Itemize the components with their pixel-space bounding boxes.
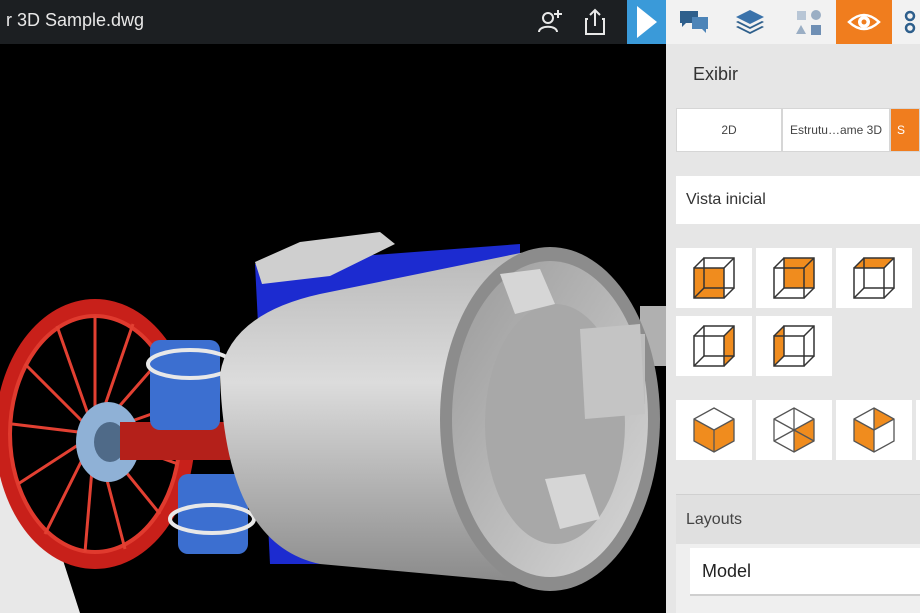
top-bar: r 3D Sample.dwg bbox=[0, 0, 666, 44]
comments-icon bbox=[680, 11, 708, 33]
tab-layers[interactable] bbox=[722, 0, 778, 44]
view-mode-shaded-button[interactable]: S bbox=[890, 108, 920, 152]
view-cube-front-button[interactable] bbox=[676, 248, 752, 308]
tab-comments[interactable] bbox=[666, 0, 722, 44]
cube-front-icon bbox=[693, 257, 735, 299]
home-view-button[interactable]: Vista inicial bbox=[676, 176, 920, 224]
view-cube-back-button[interactable] bbox=[756, 248, 832, 308]
view-panel: Exibir 2D Estrutu…ame 3D S Vista inicial bbox=[666, 0, 920, 613]
iso-cube-icon bbox=[853, 407, 895, 453]
view-mode-2d-button[interactable]: 2D bbox=[676, 108, 782, 152]
cube-back-icon bbox=[773, 257, 815, 299]
tab-objects[interactable] bbox=[780, 0, 836, 44]
iso-cube-icon bbox=[693, 407, 735, 453]
cube-left-icon bbox=[773, 325, 815, 367]
view-iso-4-button[interactable] bbox=[916, 400, 920, 460]
view-iso-1-button[interactable] bbox=[676, 400, 752, 460]
model-viewport[interactable] bbox=[0, 44, 666, 613]
tab-settings[interactable] bbox=[896, 0, 920, 44]
view-iso-3-button[interactable] bbox=[836, 400, 912, 460]
view-iso-2-button[interactable] bbox=[756, 400, 832, 460]
panel-tab-bar bbox=[666, 0, 920, 44]
view-cube-left-button[interactable] bbox=[756, 316, 832, 376]
cube-right-icon bbox=[693, 325, 735, 367]
expand-arrow-icon bbox=[637, 6, 657, 38]
layout-model-item[interactable]: Model bbox=[690, 548, 920, 596]
cube-top-icon bbox=[853, 257, 895, 299]
share-icon[interactable] bbox=[579, 6, 611, 38]
expand-panel-button[interactable] bbox=[627, 0, 666, 44]
add-user-icon[interactable] bbox=[534, 6, 566, 38]
view-cube-top-button[interactable] bbox=[836, 248, 912, 308]
view-cube-right-button[interactable] bbox=[676, 316, 752, 376]
settings-icon bbox=[904, 10, 916, 34]
iso-cube-icon bbox=[773, 407, 815, 453]
layouts-label: Layouts bbox=[676, 494, 920, 544]
view-mode-wireframe-3d-button[interactable]: Estrutu…ame 3D bbox=[782, 108, 890, 152]
tab-view[interactable] bbox=[836, 0, 892, 44]
layers-icon bbox=[736, 10, 764, 34]
panel-heading: Exibir bbox=[693, 64, 739, 84]
engine-3d-model bbox=[0, 232, 666, 613]
view-eye-icon bbox=[847, 13, 881, 31]
document-title: r 3D Sample.dwg bbox=[6, 10, 145, 30]
objects-icon bbox=[796, 10, 821, 35]
